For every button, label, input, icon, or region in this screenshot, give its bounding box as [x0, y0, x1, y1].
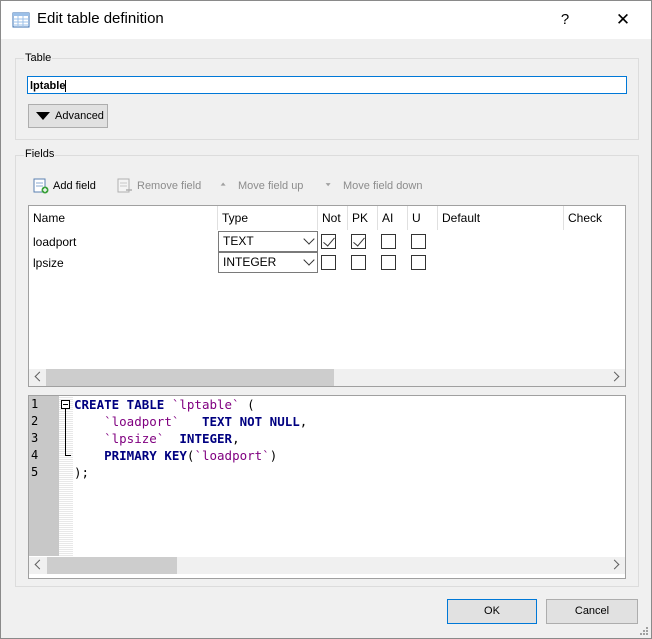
fields-group-label: Fields: [24, 148, 56, 160]
move-field-down-label: Move field down: [343, 180, 423, 192]
scroll-left-icon[interactable]: [34, 371, 45, 382]
sql-code-line: PRIMARY KEY(`loadport`): [74, 448, 277, 463]
sql-code-line: CREATE TABLE `lptable` (: [74, 397, 255, 412]
sql-keyword: INTEGER: [179, 431, 233, 446]
scrollbar-thumb[interactable]: [46, 369, 334, 386]
text-caret: [65, 80, 67, 93]
dialog-title: Edit table definition: [37, 10, 164, 27]
autoincrement-checkbox[interactable]: [381, 255, 396, 270]
scrollbar-thumb[interactable]: [47, 557, 177, 574]
line-number: 2: [31, 414, 39, 428]
fold-guide-end: [65, 455, 71, 456]
table-name-input[interactable]: lptable: [27, 76, 627, 94]
sql-identifier: `lptable`: [171, 397, 240, 412]
fold-margin: [59, 396, 73, 556]
fold-guide: [65, 409, 66, 455]
sql-punctuation: ,: [232, 431, 240, 446]
sql-identifier: `lpsize`: [104, 431, 165, 446]
column-header-pk[interactable]: PK: [348, 206, 378, 230]
scroll-left-icon[interactable]: [34, 559, 45, 570]
sql-punctuation: ,: [299, 414, 308, 429]
add-field-icon: [33, 178, 49, 194]
field-type-value: TEXT: [223, 234, 254, 248]
column-header-check[interactable]: Check: [564, 206, 626, 230]
unique-checkbox[interactable]: [411, 255, 426, 270]
field-name-cell[interactable]: loadport: [33, 235, 76, 249]
sql-preview-editor[interactable]: 1 2 3 4 5 CREATE TABLE `lptable` ( `load…: [28, 395, 626, 579]
remove-field-button[interactable]: Remove field: [117, 177, 201, 195]
column-header-type[interactable]: Type: [218, 206, 318, 230]
autoincrement-checkbox[interactable]: [381, 234, 396, 249]
sql-identifier: `loadport`: [104, 414, 180, 429]
table-icon: [12, 12, 30, 28]
column-header-default[interactable]: Default: [438, 206, 564, 230]
help-button[interactable]: ?: [549, 7, 581, 33]
field-name-cell[interactable]: lpsize: [33, 256, 64, 270]
primary-key-checkbox[interactable]: [351, 234, 366, 249]
sql-punctuation: ): [269, 448, 278, 463]
column-header-u[interactable]: U: [408, 206, 438, 230]
sql-editor-scrollbar[interactable]: [29, 557, 625, 574]
close-button[interactable]: ✕: [607, 7, 639, 33]
edit-table-dialog: Edit table definition ? ✕ Table lptable …: [0, 0, 652, 639]
move-field-up-button[interactable]: Move field up: [220, 177, 304, 195]
sql-punctuation: [74, 414, 104, 429]
column-header-name[interactable]: Name: [29, 206, 218, 230]
sql-identifier: `loadport`: [194, 448, 270, 463]
add-field-label: Add field: [53, 180, 96, 192]
table-name-value: lptable: [30, 80, 66, 92]
chevron-down-icon: [303, 254, 315, 266]
sql-code-line: );: [74, 465, 89, 480]
table-group: [15, 58, 639, 140]
cancel-button[interactable]: Cancel: [546, 599, 638, 624]
line-number: 5: [31, 465, 39, 479]
field-type-value: INTEGER: [223, 255, 277, 269]
column-header-ai[interactable]: AI: [378, 206, 408, 230]
sql-keyword: PRIMARY KEY: [104, 448, 187, 463]
resize-grip-icon[interactable]: [639, 626, 649, 636]
sql-punctuation: [74, 448, 104, 463]
remove-field-label: Remove field: [137, 180, 202, 192]
sql-keyword: TEXT NOT NULL: [201, 414, 300, 429]
line-number: 4: [31, 448, 39, 462]
fields-table: Name Type Not PK AI U Default Check load…: [28, 205, 626, 387]
chevron-down-icon: [303, 233, 315, 245]
line-number: 3: [31, 431, 39, 445]
sql-code-line: `lpsize` INTEGER,: [74, 431, 240, 446]
not-null-checkbox[interactable]: [321, 234, 336, 249]
not-null-checkbox[interactable]: [321, 255, 336, 270]
move-up-icon: [220, 182, 226, 186]
sql-punctuation: );: [74, 465, 90, 480]
add-field-button[interactable]: Add field: [33, 177, 96, 195]
ok-button[interactable]: OK: [447, 599, 537, 624]
sql-punctuation: [179, 414, 202, 429]
move-field-up-label: Move field up: [238, 180, 304, 192]
sql-code-line: `loadport` TEXT NOT NULL,: [74, 414, 307, 429]
move-field-down-button[interactable]: Move field down: [325, 177, 423, 195]
line-number: 1: [31, 397, 39, 411]
column-header-not[interactable]: Not: [318, 206, 348, 230]
sql-punctuation: (: [239, 397, 255, 412]
field-type-select[interactable]: INTEGER: [218, 252, 318, 273]
unique-checkbox[interactable]: [411, 234, 426, 249]
move-down-icon: [325, 183, 331, 187]
field-type-select[interactable]: TEXT: [218, 231, 318, 252]
triangle-down-icon: [36, 112, 50, 120]
sql-punctuation: [74, 431, 104, 446]
scroll-right-icon[interactable]: [609, 559, 620, 570]
remove-field-icon: [117, 178, 132, 193]
fields-table-scrollbar[interactable]: [29, 369, 625, 386]
fold-toggle-icon[interactable]: [61, 400, 70, 409]
table-group-label: Table: [24, 52, 53, 64]
title-bar: Edit table definition ? ✕: [1, 1, 651, 39]
advanced-button[interactable]: Advanced: [28, 104, 108, 128]
sql-punctuation: [164, 431, 179, 446]
sql-keyword: CREATE TABLE: [74, 397, 172, 412]
scroll-right-icon[interactable]: [609, 371, 620, 382]
advanced-button-label: Advanced: [55, 110, 104, 122]
primary-key-checkbox[interactable]: [351, 255, 366, 270]
